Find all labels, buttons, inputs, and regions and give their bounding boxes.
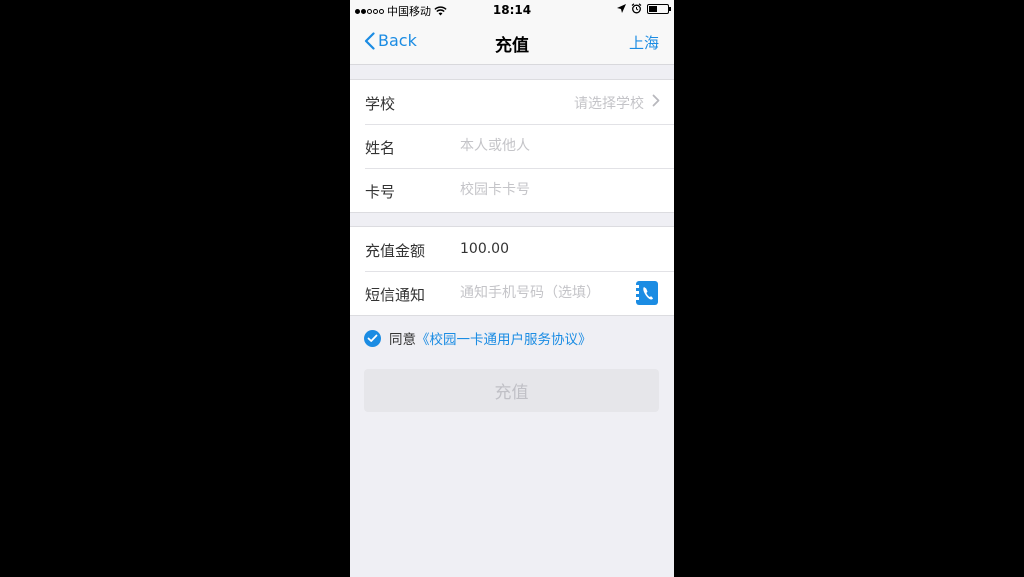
student-info-group: 学校 请选择学校 姓名 卡号	[350, 79, 674, 213]
sms-row: 短信通知	[350, 271, 674, 315]
school-value: 请选择学校	[574, 96, 644, 112]
contacts-phone-icon	[636, 285, 653, 300]
recharge-submit-button[interactable]: 充值	[364, 369, 659, 412]
status-bar: 中国移动 18:14	[350, 0, 674, 20]
payment-group: 充值金额 短信通知	[350, 226, 674, 316]
checkmark-icon	[367, 334, 378, 342]
name-row: 姓名	[350, 124, 674, 168]
back-button[interactable]: Back	[364, 31, 417, 50]
chevron-right-icon	[652, 94, 660, 107]
card-number-input[interactable]	[460, 178, 630, 202]
amount-input[interactable]	[460, 237, 630, 261]
name-label: 姓名	[365, 139, 396, 157]
agreement-link[interactable]: 《校园一卡通用户服务协议》	[416, 332, 592, 348]
back-label: Back	[378, 31, 417, 50]
amount-row: 充值金额	[350, 227, 674, 271]
phone-screen: 中国移动 18:14 Back 充值 上海 学校 请选择学校 姓名 本人或他人 …	[350, 0, 674, 577]
battery-icon	[647, 3, 671, 14]
sms-label: 短信通知	[365, 286, 426, 304]
card-row: 卡号	[350, 168, 674, 212]
navigation-bar: Back 充值 上海	[350, 20, 674, 65]
chevron-left-icon	[364, 31, 375, 50]
agreement: 同意《校园一卡通用户服务协议》	[364, 328, 592, 348]
name-input[interactable]	[460, 134, 630, 158]
city-selector-button[interactable]: 上海	[629, 32, 659, 53]
sms-phone-input[interactable]	[460, 281, 600, 305]
contacts-button[interactable]	[636, 281, 658, 305]
agreement-prefix: 同意	[389, 332, 416, 348]
agreement-checkbox[interactable]	[364, 329, 381, 347]
school-label: 学校	[365, 95, 396, 113]
school-row[interactable]: 学校 请选择学校	[350, 80, 674, 124]
location-arrow-icon	[617, 4, 626, 13]
status-right	[617, 3, 671, 14]
card-label: 卡号	[365, 183, 396, 201]
amount-label: 充值金额	[365, 242, 426, 260]
alarm-icon	[631, 3, 642, 14]
